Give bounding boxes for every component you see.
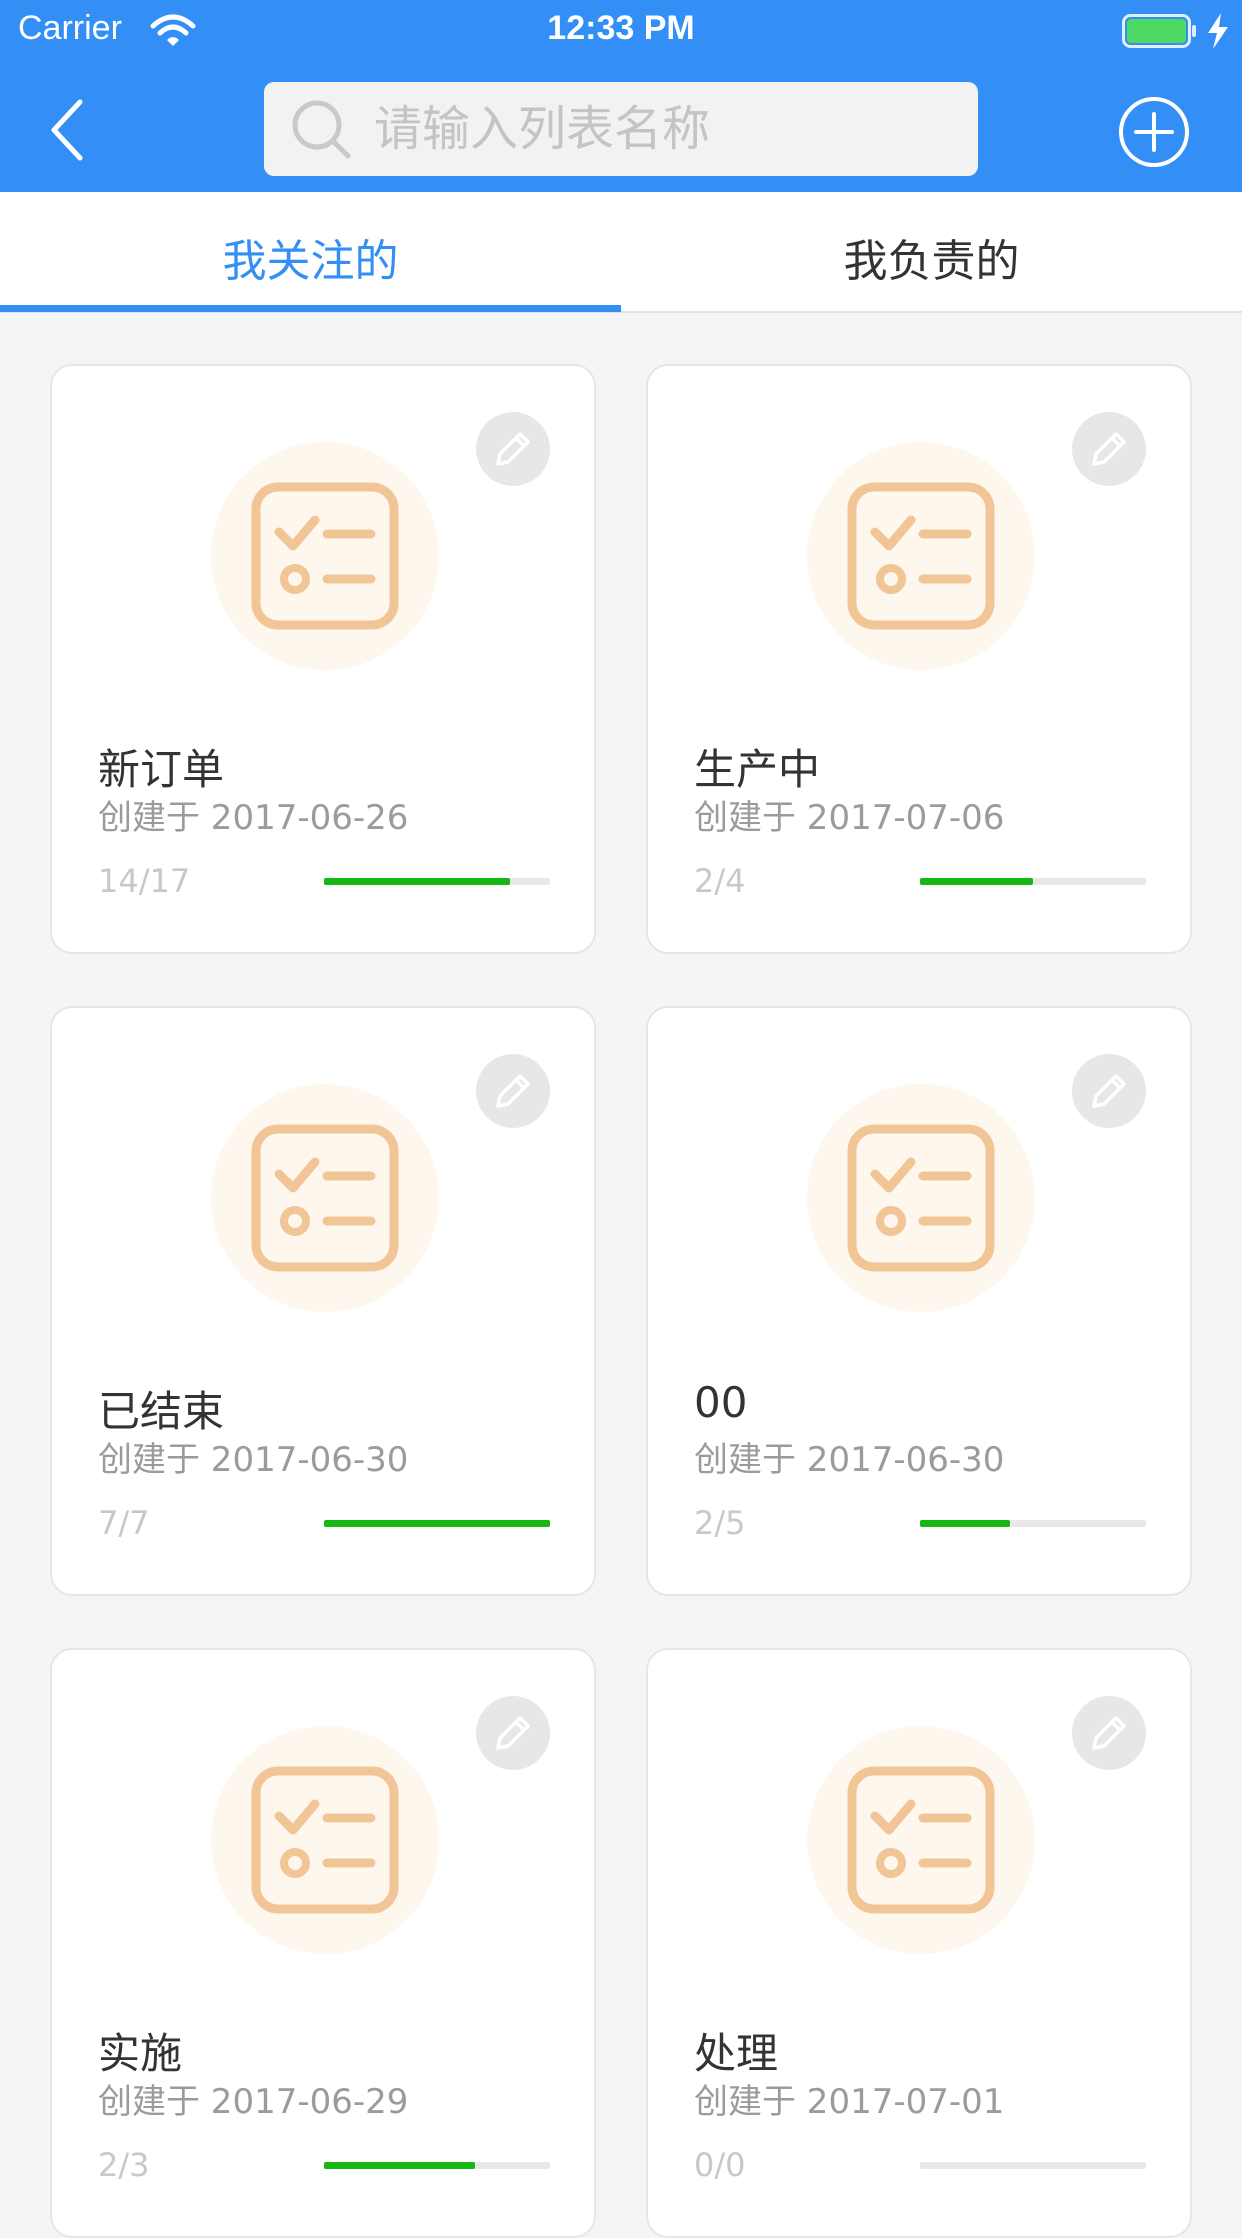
progress-fill — [324, 1520, 550, 1527]
tab-indicator — [0, 305, 621, 312]
card-title: 00 — [694, 1378, 748, 1427]
tab-responsible[interactable]: 我负责的 — [621, 192, 1242, 313]
checklist-icon-circle — [807, 1084, 1035, 1312]
card-progress-count: 0/0 — [694, 2146, 746, 2184]
back-button[interactable] — [30, 92, 100, 168]
card-progress-count: 14/17 — [98, 862, 191, 900]
card-created-date: 创建于 2017-06-26 — [98, 798, 409, 838]
list-card[interactable]: 实施 创建于 2017-06-29 2/3 — [50, 1648, 596, 2238]
checklist-icon-circle — [807, 442, 1035, 670]
navigation-header: Carrier 12:33 PM — [0, 0, 1242, 192]
pencil-icon — [1092, 1716, 1126, 1750]
list-card[interactable]: 已结束 创建于 2017-06-30 7/7 — [50, 1006, 596, 1596]
card-created-date: 创建于 2017-07-01 — [694, 2082, 1005, 2122]
checklist-icon-circle — [211, 442, 439, 670]
checklist-icon — [847, 1124, 995, 1272]
progress-bar — [324, 878, 550, 885]
card-progress-count: 2/3 — [98, 2146, 150, 2184]
list-card[interactable]: 新订单 创建于 2017-06-26 14/17 — [50, 364, 596, 954]
search-box[interactable] — [264, 82, 978, 176]
add-list-button[interactable] — [1118, 96, 1190, 168]
battery-icon — [1122, 14, 1196, 48]
progress-bar — [324, 2162, 550, 2169]
pencil-icon — [1092, 432, 1126, 466]
status-bar: Carrier 12:33 PM — [0, 0, 1242, 62]
card-title: 新订单 — [98, 745, 225, 794]
progress-fill — [920, 1520, 1011, 1527]
checklist-icon — [251, 1766, 399, 1914]
checklist-icon — [251, 1124, 399, 1272]
card-progress-count: 7/7 — [98, 1504, 150, 1542]
search-input[interactable] — [374, 82, 964, 176]
edit-button[interactable] — [476, 412, 550, 486]
pencil-icon — [496, 1716, 530, 1750]
card-title: 生产中 — [694, 745, 821, 794]
list-card[interactable]: 生产中 创建于 2017-07-06 2/4 — [646, 364, 1192, 954]
clock-label: 12:33 PM — [547, 9, 695, 47]
progress-fill — [324, 878, 511, 885]
checklist-icon — [251, 482, 399, 630]
card-progress-count: 2/5 — [694, 1504, 746, 1542]
pencil-icon — [1092, 1074, 1126, 1108]
progress-fill — [324, 2162, 475, 2169]
card-created-date: 创建于 2017-06-29 — [98, 2082, 409, 2122]
edit-button[interactable] — [1072, 412, 1146, 486]
checklist-icon-circle — [211, 1084, 439, 1312]
edit-button[interactable] — [1072, 1696, 1146, 1770]
tab-bar: 我关注的 我负责的 — [0, 192, 1242, 313]
checklist-icon — [847, 482, 995, 630]
tab-following[interactable]: 我关注的 — [0, 192, 621, 313]
pencil-icon — [496, 1074, 530, 1108]
checklist-icon-circle — [807, 1726, 1035, 1954]
checklist-icon-circle — [211, 1726, 439, 1954]
progress-fill — [920, 878, 1033, 885]
card-progress-count: 2/4 — [694, 862, 746, 900]
card-created-date: 创建于 2017-06-30 — [694, 1440, 1005, 1480]
card-title: 实施 — [98, 2029, 183, 2078]
card-created-date: 创建于 2017-06-30 — [98, 1440, 409, 1480]
card-title: 处理 — [694, 2029, 779, 2078]
card-title: 已结束 — [98, 1387, 225, 1436]
edit-button[interactable] — [476, 1696, 550, 1770]
card-created-date: 创建于 2017-07-06 — [694, 798, 1005, 838]
list-card[interactable]: 00 创建于 2017-06-30 2/5 — [646, 1006, 1192, 1596]
progress-bar — [920, 1520, 1146, 1527]
pencil-icon — [496, 432, 530, 466]
progress-bar — [324, 1520, 550, 1527]
progress-bar — [920, 878, 1146, 885]
charging-bolt-icon — [1208, 13, 1228, 49]
checklist-icon — [847, 1766, 995, 1914]
edit-button[interactable] — [1072, 1054, 1146, 1128]
search-icon — [292, 100, 351, 159]
progress-bar — [920, 2162, 1146, 2169]
list-card[interactable]: 处理 创建于 2017-07-01 0/0 — [646, 1648, 1192, 2238]
edit-button[interactable] — [476, 1054, 550, 1128]
